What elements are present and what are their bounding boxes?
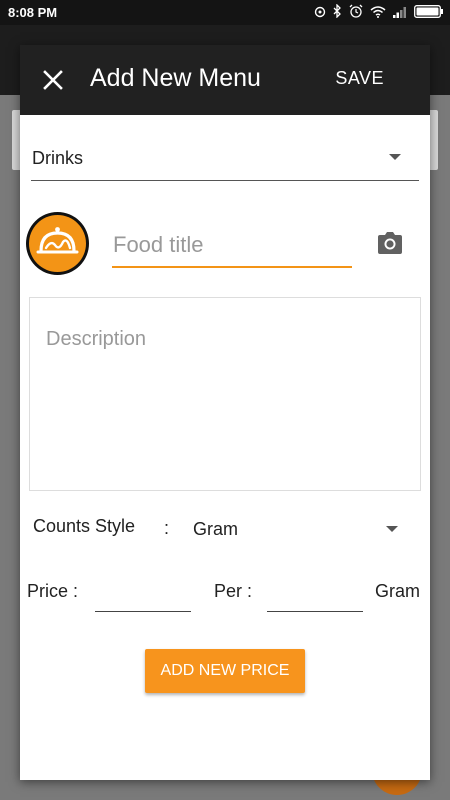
counts-style-value: Gram [193,519,238,539]
signal-icon [393,5,407,23]
counts-style-colon: : [164,518,170,538]
per-input[interactable] [267,576,363,612]
add-new-price-button[interactable]: ADD NEW PRICE [145,649,305,693]
battery-icon [414,4,444,23]
food-image-avatar[interactable] [26,212,89,275]
unit-label: Gram [375,581,420,601]
save-button[interactable]: SAVE [335,68,384,89]
bluetooth-icon [333,3,342,23]
counts-style-label: Counts Style [33,516,136,536]
status-time: 8:08 PM [8,5,58,20]
category-dropdown[interactable]: Drinks [31,135,419,181]
food-title-input[interactable] [112,220,352,268]
add-menu-dialog: Add New Menu SAVE Drinks Counts Style : … [20,45,430,780]
per-label: Per : [214,581,253,601]
dialog-header: Add New Menu SAVE [20,45,430,115]
description-input[interactable] [29,297,421,491]
counts-style-dropdown[interactable]: Gram [180,507,410,547]
status-bar: 8:08 PM [0,0,450,25]
category-value: Drinks [32,148,84,168]
close-icon[interactable] [40,67,66,93]
alarm-icon [349,4,363,23]
cloche-icon [36,227,79,254]
price-input[interactable] [95,576,191,612]
dialog-title: Add New Menu [90,64,261,92]
camera-icon[interactable] [376,231,404,260]
price-label: Price : [27,581,79,601]
data-saver-icon [314,5,326,23]
status-icons [314,3,444,23]
wifi-icon [370,5,386,23]
chevron-down-icon [386,526,398,532]
chevron-down-icon [389,154,401,160]
